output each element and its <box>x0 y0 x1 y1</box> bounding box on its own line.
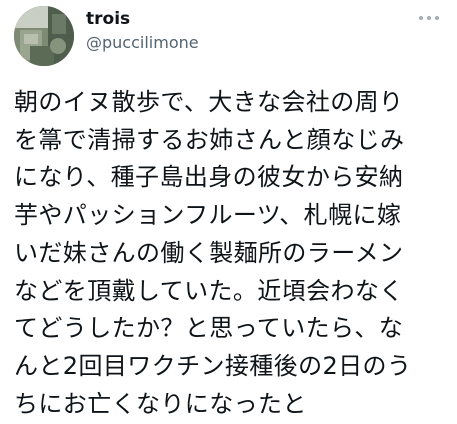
author-handle[interactable]: @puccilimone <box>86 33 199 53</box>
avatar[interactable] <box>14 6 74 66</box>
tweet-text-line: ちにお亡くなりになったと <box>14 389 307 418</box>
tweet-text-line: を箒で清掃するお姉さんと顔なじみ <box>14 125 405 154</box>
tweet-text: 朝のイヌ散歩で、大きな会社の周り を箒で清掃するお姉さんと顔なじみ になり、種子… <box>14 84 450 423</box>
tweet-text-line: 芋やパッションフルーツ、札幌に嫁 <box>14 201 402 230</box>
tweet-text-line: になり、種子島出身の彼女から安納 <box>14 163 404 192</box>
tweet-card: trois @puccilimone 朝のイヌ散歩で、大きな会社の周り を箒で清… <box>0 0 457 424</box>
more-options-icon <box>419 16 439 20</box>
tweet-text-line: いだ妹さんの働く製麺所のラーメン <box>14 238 404 267</box>
more-options-button[interactable] <box>417 12 441 24</box>
tweet-text-line: んと2回目ワクチン接種後の2日のう <box>14 351 412 380</box>
tweet-text-line: などを頂戴していた。近頃会わなく <box>14 276 404 305</box>
author-display-name[interactable]: trois <box>86 8 130 30</box>
profile-photo-avatar-icon <box>14 6 74 66</box>
tweet-text-line: てどうしたか？と思っていたら、な <box>14 314 404 343</box>
tweet-text-line: 朝のイヌ散歩で、大きな会社の周り <box>14 88 404 116</box>
